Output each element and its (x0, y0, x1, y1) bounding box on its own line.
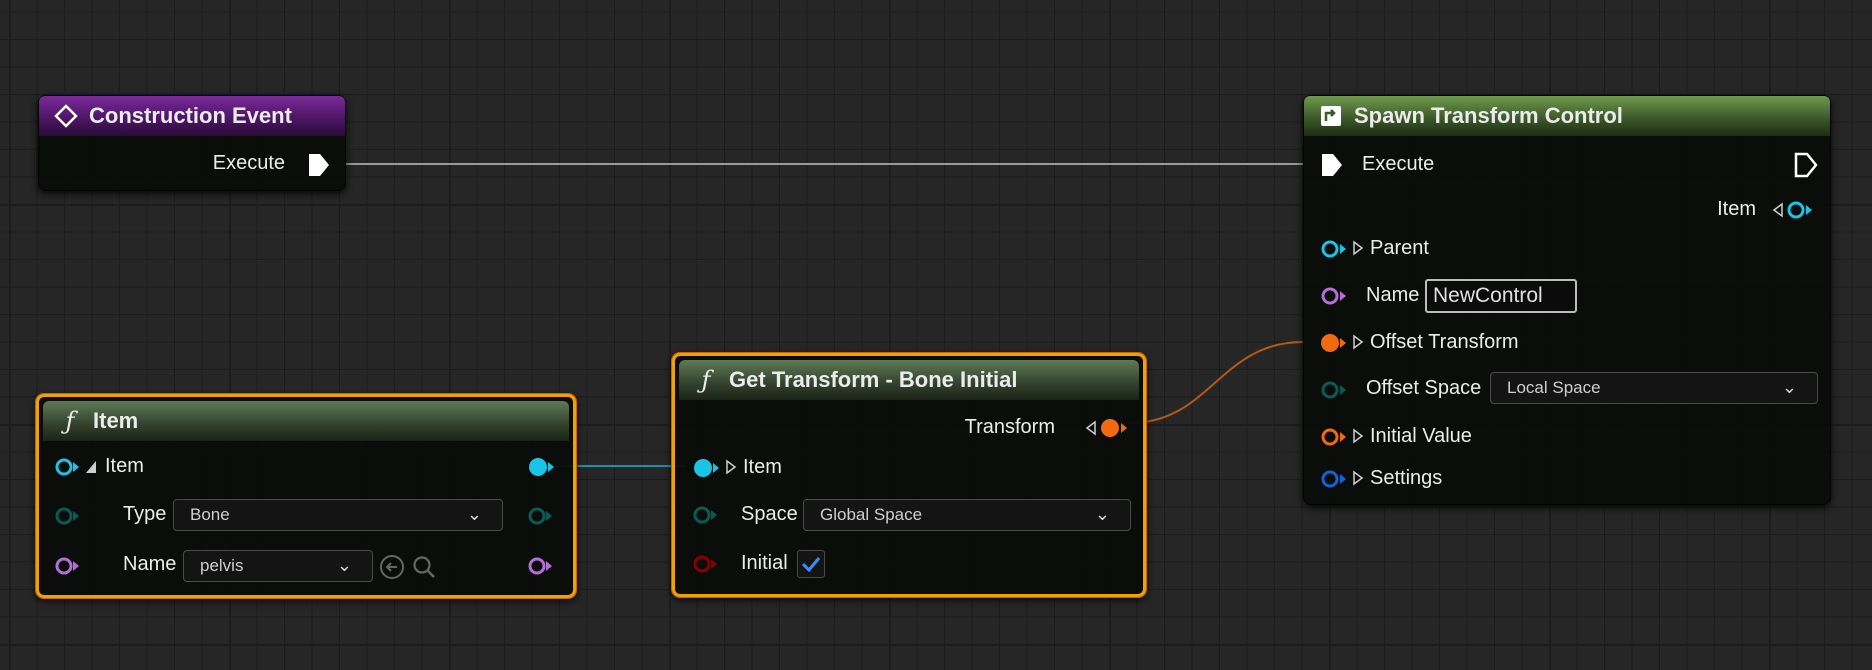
browse-search-icon[interactable] (411, 554, 437, 580)
spawn-name-label: Name (1366, 284, 1420, 306)
space-label: Space (741, 503, 798, 525)
name-out-pin-icon[interactable] (527, 555, 553, 577)
transform-wire[interactable] (1129, 341, 1304, 424)
event-diamond-icon (53, 103, 79, 129)
get-transform-node[interactable]: ƒ Get Transform - Bone Initial Transform… (672, 353, 1146, 597)
construction-event-execute-label: Execute (212, 152, 285, 174)
initial-bool-pin-icon[interactable] (692, 553, 718, 575)
collapse-triangle-icon[interactable] (1085, 420, 1097, 436)
spawn-execute-label: Execute (1362, 153, 1435, 175)
item-node[interactable]: ƒ Item Item Type Bone ⌄ Name pelvis ⌄ (36, 394, 576, 598)
exec-out-pin-icon[interactable] (307, 152, 331, 178)
get-transform-title: Get Transform - Bone Initial (729, 367, 1018, 392)
function-icon: ƒ (65, 407, 75, 435)
item-struct-in-pin-icon[interactable] (54, 456, 80, 478)
get-transform-header[interactable]: ƒ Get Transform - Bone Initial (679, 360, 1139, 400)
item-out-pin-icon[interactable] (1786, 199, 1814, 221)
spawn-item-out-label: Item (1717, 198, 1756, 220)
offset-transform-pin-icon[interactable] (1320, 332, 1348, 354)
item-row-label: Item (105, 455, 144, 477)
initial-checkbox[interactable] (797, 550, 825, 578)
chevron-down-icon: ⌄ (1094, 504, 1110, 524)
space-dropdown-value: Global Space (820, 505, 923, 524)
name-dropdown[interactable]: pelvis ⌄ (183, 550, 373, 582)
name-label: Name (123, 553, 177, 575)
offset-space-dropdown-value: Local Space (1507, 378, 1601, 397)
offset-space-enum-pin-icon[interactable] (1320, 379, 1348, 401)
exec-out-pin-icon[interactable] (1794, 152, 1818, 178)
offset-transform-label: Offset Transform (1370, 331, 1519, 353)
name-in-pin-icon[interactable] (1320, 285, 1348, 307)
initial-label: Initial (741, 552, 788, 574)
item-struct-out-pin-icon[interactable] (527, 456, 555, 478)
item-in-pin-icon[interactable] (692, 457, 720, 479)
collapse-triangle-icon[interactable] (1772, 202, 1784, 218)
item-in-label: Item (743, 456, 782, 478)
type-dropdown[interactable]: Bone ⌄ (173, 499, 503, 531)
type-label: Type (123, 503, 167, 525)
parent-in-pin-icon[interactable] (1320, 238, 1348, 260)
spawn-node-icon (1318, 103, 1344, 129)
expand-triangle-icon[interactable] (725, 459, 737, 475)
expand-triangle-icon[interactable] (1352, 428, 1364, 444)
expand-triangle-icon[interactable] (1352, 470, 1364, 486)
type-enum-in-pin-icon[interactable] (54, 505, 80, 527)
spawn-transform-title: Spawn Transform Control (1354, 103, 1623, 128)
parent-label: Parent (1370, 237, 1429, 259)
chevron-down-icon: ⌄ (466, 504, 482, 524)
type-dropdown-value: Bone (190, 505, 230, 524)
item-node-header[interactable]: ƒ Item (43, 401, 569, 441)
transform-out-pin-icon[interactable] (1099, 417, 1129, 439)
initial-value-label: Initial Value (1370, 425, 1472, 447)
spawn-transform-header[interactable]: Spawn Transform Control (1304, 96, 1830, 136)
exec-in-pin-icon[interactable] (1320, 152, 1344, 178)
offset-space-dropdown[interactable]: Local Space ⌄ (1490, 372, 1818, 404)
function-icon: ƒ (701, 366, 711, 394)
construction-event-node[interactable]: Construction Event Execute (38, 95, 346, 191)
settings-label: Settings (1370, 467, 1443, 489)
type-enum-out-pin-icon[interactable] (527, 505, 553, 527)
offset-space-label: Offset Space (1366, 377, 1482, 399)
name-dropdown-value: pelvis (200, 556, 244, 575)
spawn-transform-control-node[interactable]: Spawn Transform Control Execute Item Par… (1303, 95, 1831, 505)
chevron-down-icon: ⌄ (1781, 377, 1797, 397)
item-node-title: Item (93, 408, 139, 433)
use-selected-arrow-icon[interactable] (379, 554, 405, 580)
expand-triangle-icon[interactable] (1352, 334, 1364, 350)
name-in-pin-icon[interactable] (54, 555, 80, 577)
expand-triangle-icon[interactable] (1352, 240, 1364, 256)
name-textbox[interactable]: NewControl (1425, 279, 1577, 313)
initial-value-pin-icon[interactable] (1320, 426, 1348, 448)
chevron-down-icon: ⌄ (336, 555, 352, 575)
construction-event-header[interactable]: Construction Event (39, 96, 345, 136)
checkmark-icon (801, 557, 821, 573)
space-dropdown[interactable]: Global Space ⌄ (803, 499, 1131, 531)
transform-out-label: Transform (964, 416, 1055, 438)
expand-triangle-icon[interactable] (84, 459, 98, 475)
settings-pin-icon[interactable] (1320, 468, 1348, 490)
construction-event-title: Construction Event (89, 103, 292, 128)
name-textbox-value: NewControl (1433, 284, 1543, 307)
space-enum-pin-icon[interactable] (692, 504, 718, 526)
